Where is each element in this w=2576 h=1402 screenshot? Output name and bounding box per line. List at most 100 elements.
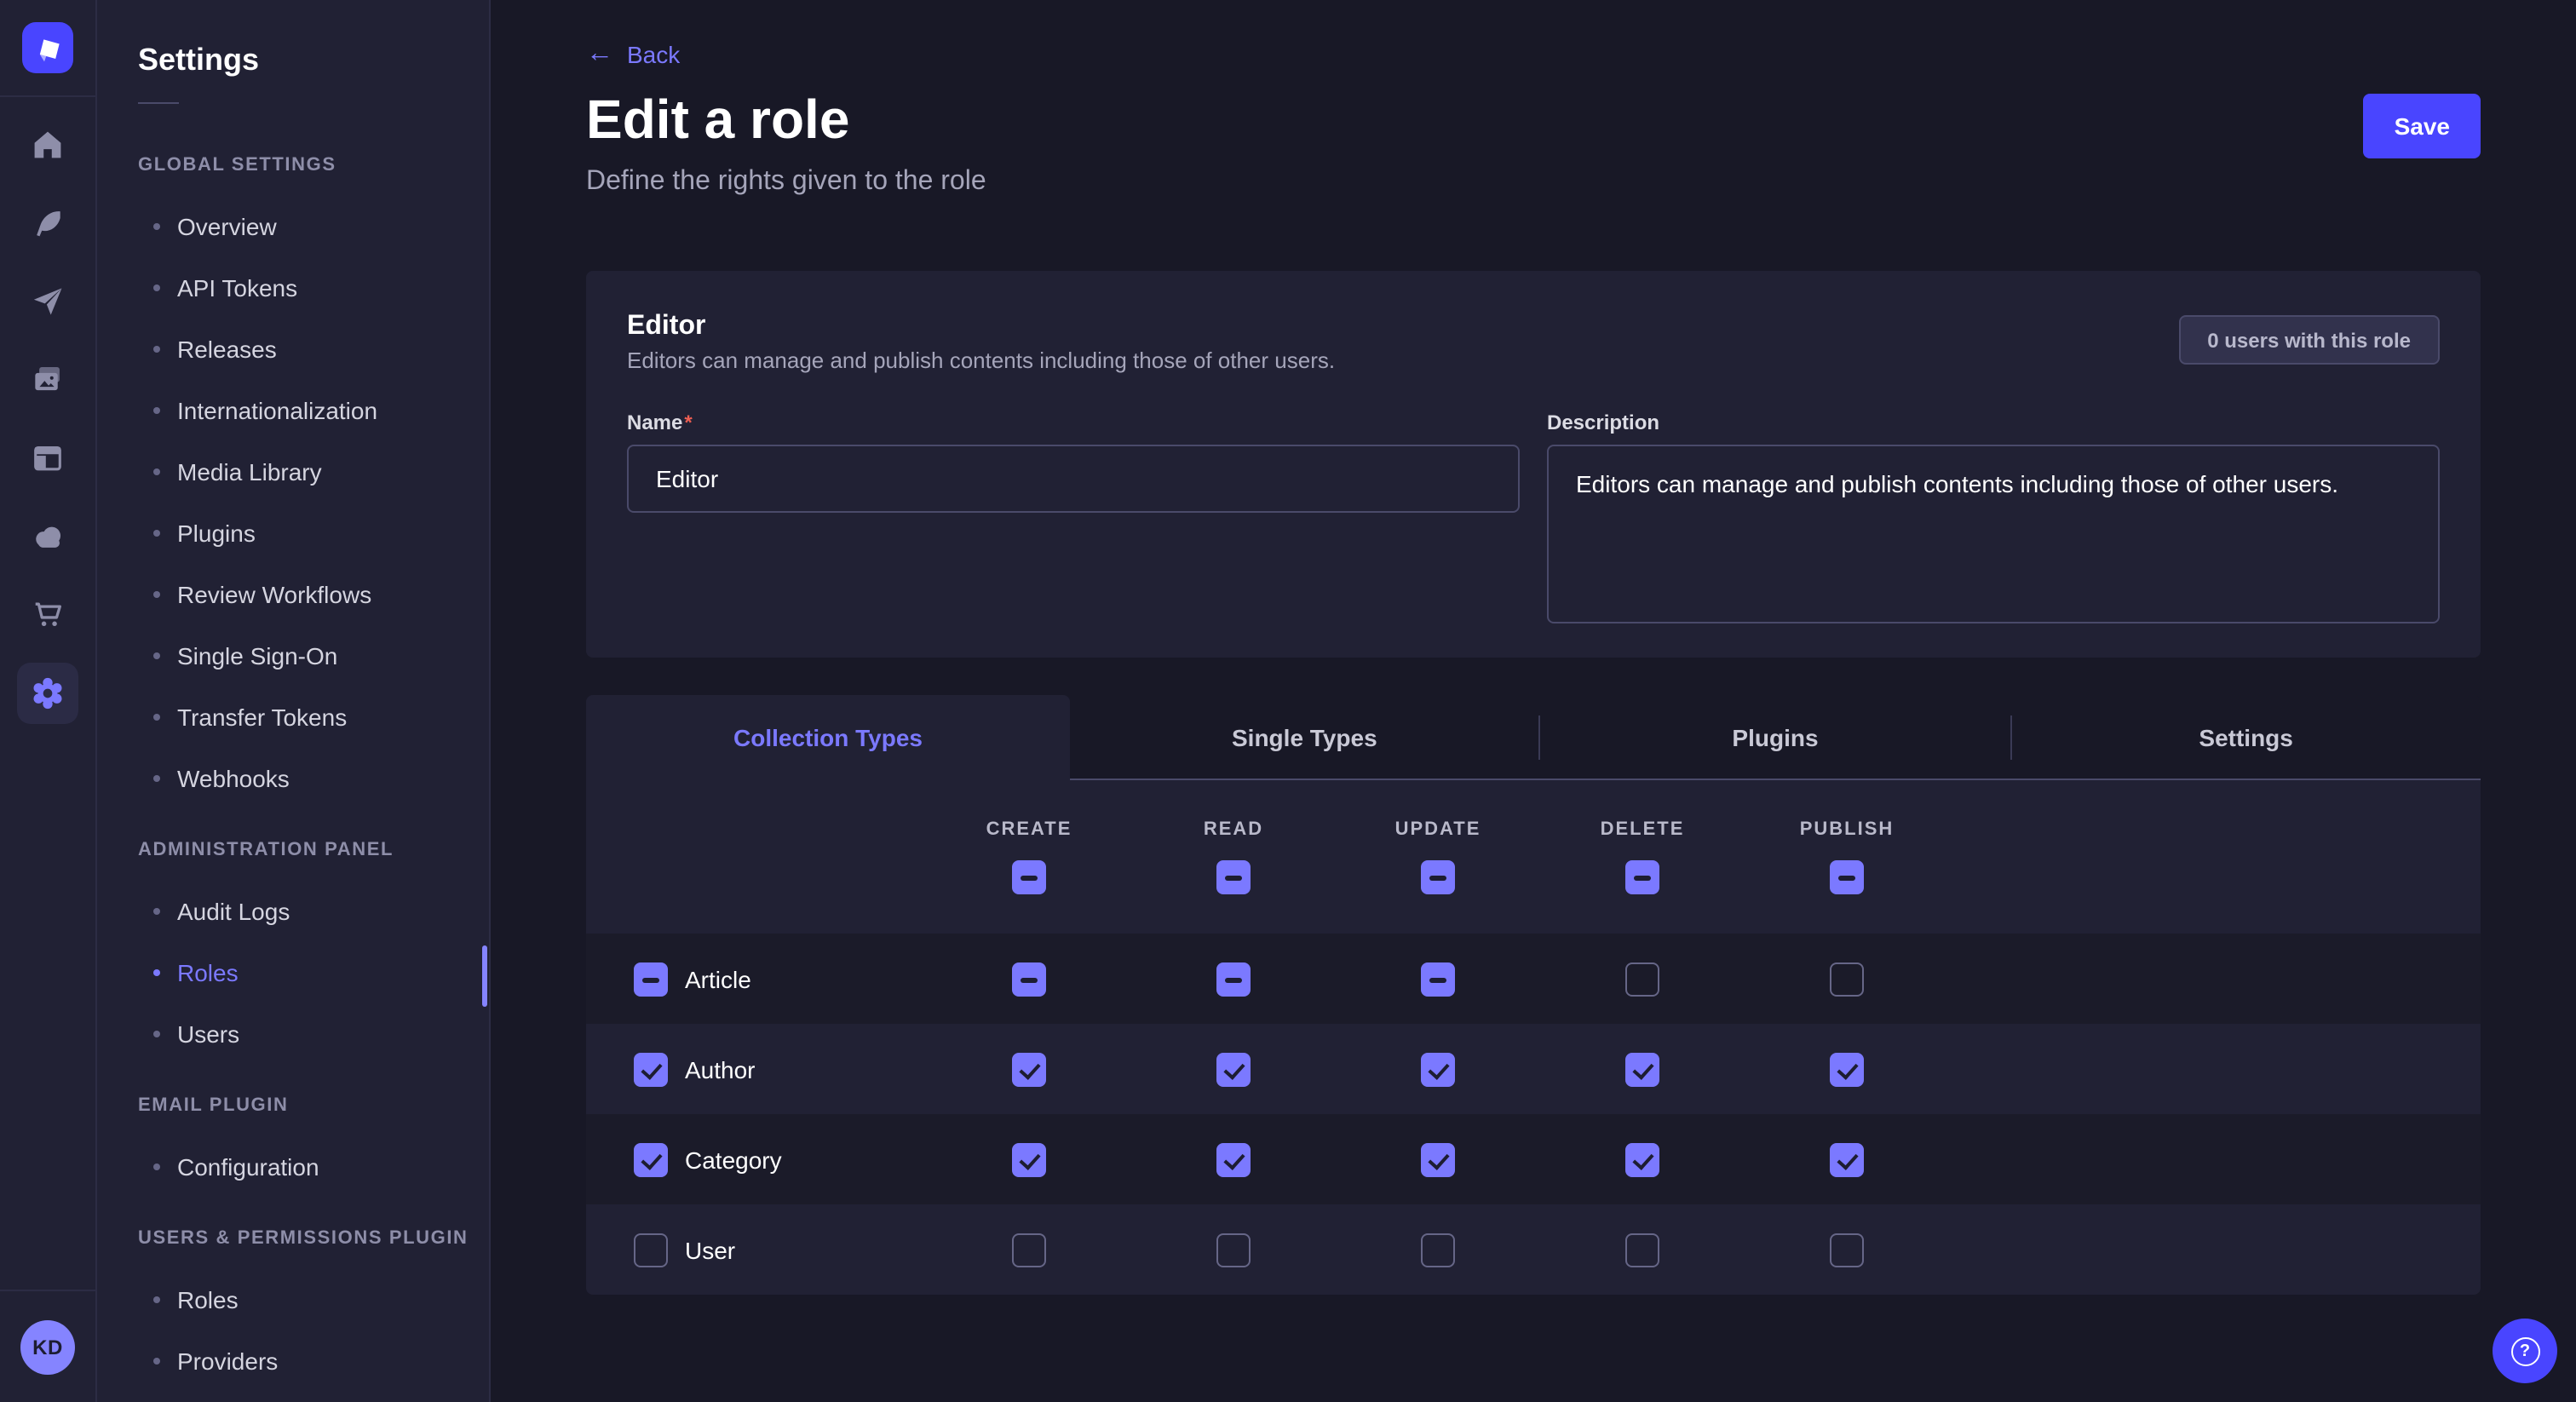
- cart-icon[interactable]: [0, 576, 95, 654]
- help-button[interactable]: [2493, 1319, 2557, 1383]
- sidebar-item-roles-admin[interactable]: Roles: [97, 942, 489, 1003]
- users-count-badge[interactable]: 0 users with this role: [2178, 315, 2440, 365]
- checkbox-article-publish[interactable]: [1830, 962, 1864, 996]
- media-icon[interactable]: [0, 341, 95, 419]
- select-all-create-checkbox[interactable]: [1012, 860, 1046, 894]
- tab-single-types[interactable]: Single Types: [1070, 695, 1539, 779]
- sidebar-item-label: Single Sign-On: [177, 642, 337, 669]
- checkbox-author-read[interactable]: [1216, 1052, 1251, 1086]
- checkbox-author-update[interactable]: [1421, 1052, 1455, 1086]
- layout-icon[interactable]: [0, 419, 95, 497]
- checkbox-category-create[interactable]: [1012, 1142, 1046, 1176]
- select-all-delete-checkbox[interactable]: [1625, 860, 1659, 894]
- checkbox-user-create[interactable]: [1012, 1232, 1046, 1267]
- select-all-publish-checkbox[interactable]: [1830, 860, 1864, 894]
- sidebar-item-label: Roles: [177, 959, 239, 986]
- sidebar-item-media-library[interactable]: Media Library: [97, 441, 489, 503]
- sidebar-item-roles-up[interactable]: Roles: [97, 1269, 489, 1330]
- sidebar-item-transfer-tokens[interactable]: Transfer Tokens: [97, 687, 489, 748]
- strapi-logo[interactable]: [22, 22, 73, 73]
- checkbox-article-update[interactable]: [1421, 962, 1455, 996]
- sidebar-title: Settings: [138, 41, 489, 78]
- checkbox-author-create[interactable]: [1012, 1052, 1046, 1086]
- sidebar-item-internationalization[interactable]: Internationalization: [97, 380, 489, 441]
- select-all-read-checkbox[interactable]: [1216, 860, 1251, 894]
- name-label-text: Name: [627, 411, 682, 434]
- checkbox-user-publish[interactable]: [1830, 1232, 1864, 1267]
- section-label: EMAIL PLUGIN: [138, 1089, 489, 1123]
- bullet-icon: [153, 969, 160, 976]
- checkbox-user-read[interactable]: [1216, 1232, 1251, 1267]
- description-field-group: Description Editors can manage and publi…: [1547, 411, 2440, 632]
- checkbox-author-publish[interactable]: [1830, 1052, 1864, 1086]
- sidebar-item-audit-logs[interactable]: Audit Logs: [97, 881, 489, 942]
- checkbox-category-publish[interactable]: [1830, 1142, 1864, 1176]
- sidebar-scrollbar-thumb[interactable]: [482, 945, 487, 1007]
- sidebar-item-overview[interactable]: Overview: [97, 196, 489, 257]
- sidebar-item-label: API Tokens: [177, 274, 297, 302]
- permissions-tabs: Collection Types Single Types Plugins Se…: [586, 695, 2481, 780]
- checkbox-article-all[interactable]: [634, 962, 668, 996]
- row-label-author: Author: [586, 1052, 927, 1086]
- send-icon[interactable]: [0, 262, 95, 341]
- bullet-icon: [153, 652, 160, 659]
- column-create: CREATE: [927, 819, 1131, 894]
- feather-icon[interactable]: [0, 184, 95, 262]
- section-global-settings: GLOBAL SETTINGS Overview API Tokens Rele…: [97, 148, 489, 809]
- tab-settings[interactable]: Settings: [2011, 695, 2481, 779]
- avatar[interactable]: KD: [20, 1319, 75, 1374]
- sidebar-item-webhooks[interactable]: Webhooks: [97, 748, 489, 809]
- checkbox-author-all[interactable]: [634, 1052, 668, 1086]
- sidebar-item-api-tokens[interactable]: API Tokens: [97, 257, 489, 319]
- gear-active-bg: [17, 663, 78, 724]
- checkbox-author-delete[interactable]: [1625, 1052, 1659, 1086]
- bullet-icon: [153, 223, 160, 230]
- checkbox-article-delete[interactable]: [1625, 962, 1659, 996]
- back-label: Back: [627, 41, 680, 68]
- sidebar-item-label: Internationalization: [177, 397, 377, 424]
- cloud-icon[interactable]: [0, 497, 95, 576]
- bullet-icon: [153, 346, 160, 353]
- sidebar-item-releases[interactable]: Releases: [97, 319, 489, 380]
- tab-collection-types[interactable]: Collection Types: [586, 695, 1070, 780]
- bullet-icon: [153, 1164, 160, 1170]
- sidebar-item-configuration[interactable]: Configuration: [97, 1136, 489, 1198]
- gear-icon[interactable]: [0, 654, 95, 733]
- permission-row-category: Category: [586, 1114, 2481, 1204]
- checkbox-category-read[interactable]: [1216, 1142, 1251, 1176]
- bullet-icon: [153, 591, 160, 598]
- sidebar-item-providers[interactable]: Providers: [97, 1330, 489, 1392]
- description-textarea[interactable]: Editors can manage and publish contents …: [1547, 445, 2440, 623]
- checkbox-user-update[interactable]: [1421, 1232, 1455, 1267]
- section-users-permissions-plugin: USERS & PERMISSIONS PLUGIN Roles Provide…: [97, 1221, 489, 1392]
- row-title: Category: [685, 1146, 782, 1173]
- sidebar-item-single-sign-on[interactable]: Single Sign-On: [97, 625, 489, 687]
- home-icon[interactable]: [0, 106, 95, 184]
- checkbox-user-delete[interactable]: [1625, 1232, 1659, 1267]
- checkbox-category-update[interactable]: [1421, 1142, 1455, 1176]
- checkbox-article-create[interactable]: [1012, 962, 1046, 996]
- checkbox-article-read[interactable]: [1216, 962, 1251, 996]
- sidebar-item-label: Roles: [177, 1286, 239, 1313]
- sidebar-item-plugins[interactable]: Plugins: [97, 503, 489, 564]
- sidebar-item-users[interactable]: Users: [97, 1003, 489, 1065]
- checkbox-category-delete[interactable]: [1625, 1142, 1659, 1176]
- checkbox-category-all[interactable]: [634, 1142, 668, 1176]
- column-publish-label: PUBLISH: [1800, 819, 1895, 840]
- main-nav-rail: KD: [0, 0, 97, 1402]
- tab-plugins[interactable]: Plugins: [1541, 695, 2010, 779]
- name-input[interactable]: [627, 445, 1520, 513]
- required-asterisk: *: [684, 411, 692, 434]
- select-all-update-checkbox[interactable]: [1421, 860, 1455, 894]
- logo-wrap: [0, 0, 95, 97]
- strapi-logo-glyph: [31, 31, 65, 65]
- sidebar-item-label: Users: [177, 1020, 239, 1048]
- checkbox-user-all[interactable]: [634, 1232, 668, 1267]
- sidebar-item-label: Providers: [177, 1347, 278, 1375]
- app-window: KD Settings GLOBAL SETTINGS Overview API…: [0, 0, 2576, 1402]
- bullet-icon: [153, 1031, 160, 1037]
- sidebar-item-review-workflows[interactable]: Review Workflows: [97, 564, 489, 625]
- save-button[interactable]: Save: [2364, 94, 2481, 158]
- column-publish: PUBLISH: [1745, 819, 1949, 894]
- back-link[interactable]: ← Back: [586, 41, 680, 68]
